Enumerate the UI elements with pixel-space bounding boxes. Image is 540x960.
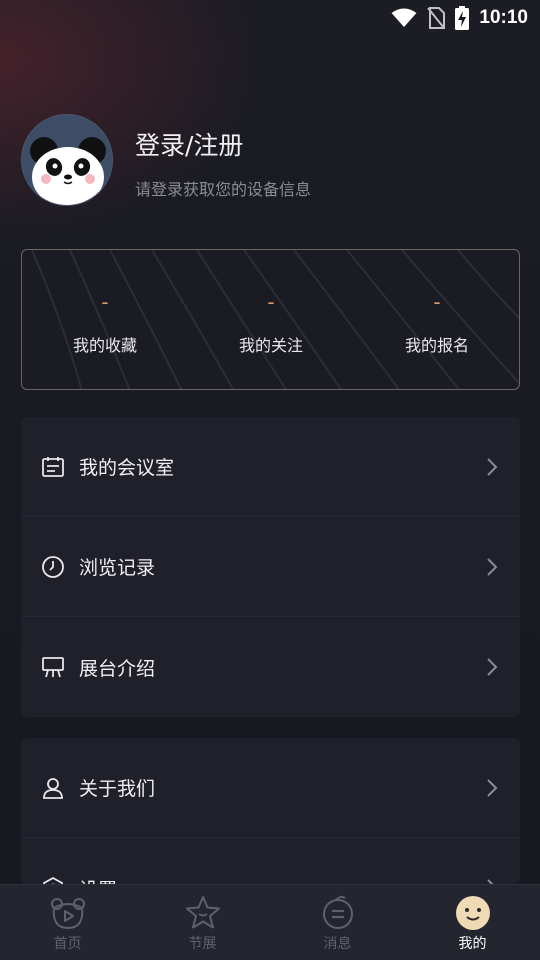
tab-label: 我的 [458, 936, 487, 952]
tab-messages[interactable]: 消息 [270, 885, 405, 960]
menu-item-meeting-room[interactable]: 我的会议室 [21, 417, 520, 517]
wifi-icon [391, 8, 417, 27]
stat-value: - [267, 290, 275, 314]
bottom-tab-bar: 首页 节展 消息 我的 [0, 884, 540, 960]
menu-card-secondary: 关于我们 设置 [21, 738, 520, 884]
clock-time: 10:10 [479, 7, 528, 28]
panda-avatar-icon[interactable] [21, 114, 113, 206]
tab-label: 首页 [53, 936, 82, 952]
no-sim-icon [427, 7, 446, 29]
booth-icon [42, 657, 64, 678]
stats-card: - 我的收藏 - 我的关注 - 我的报名 [21, 249, 520, 390]
menu-item-booth[interactable]: 展台介绍 [21, 617, 520, 717]
menu-item-history[interactable]: 浏览记录 [21, 517, 520, 617]
stat-value: - [101, 290, 109, 314]
stat-label: 我的收藏 [72, 336, 137, 355]
tab-label: 节展 [188, 936, 217, 952]
star-icon [185, 896, 220, 929]
stat-following[interactable]: - 我的关注 [188, 250, 354, 389]
tab-festival[interactable]: 节展 [135, 885, 270, 960]
menu-item-label: 展台介绍 [79, 657, 156, 680]
home-bear-icon [50, 898, 85, 930]
chevron-right-icon [487, 458, 498, 476]
smiley-face-icon [455, 896, 490, 930]
stat-registrations[interactable]: - 我的报名 [354, 250, 519, 389]
clock-icon [42, 556, 64, 578]
person-icon [43, 778, 63, 799]
meeting-room-icon [42, 457, 64, 477]
battery-charging-icon [455, 6, 470, 30]
login-register-link[interactable]: 登录/注册 [135, 126, 243, 162]
stat-label: 我的关注 [238, 336, 303, 355]
tab-mine[interactable]: 我的 [405, 885, 540, 960]
menu-card-primary: 我的会议室 浏览记录 展台介绍 [21, 417, 520, 717]
menu-item-about[interactable]: 关于我们 [21, 738, 520, 838]
chevron-right-icon [487, 658, 498, 676]
stat-label: 我的报名 [404, 336, 469, 355]
stat-favorites[interactable]: - 我的收藏 [22, 250, 188, 389]
chevron-right-icon [487, 779, 498, 797]
chevron-right-icon [487, 558, 498, 576]
message-icon [322, 895, 353, 929]
menu-item-label: 我的会议室 [79, 457, 175, 479]
login-hint: 请登录获取您的设备信息 [135, 180, 312, 199]
tab-label: 消息 [323, 936, 352, 952]
menu-item-label: 设置 [79, 875, 117, 885]
menu-item-settings[interactable]: 设置 [21, 838, 520, 884]
profile-header[interactable]: 登录/注册 请登录获取您的设备信息 [21, 114, 521, 208]
stat-value: - [433, 290, 441, 314]
menu-item-label: 浏览记录 [79, 557, 156, 579]
tab-home[interactable]: 首页 [0, 885, 135, 960]
settings-icon [43, 876, 63, 884]
status-bar: 10:10 [0, 0, 540, 36]
menu-item-label: 关于我们 [79, 778, 156, 800]
